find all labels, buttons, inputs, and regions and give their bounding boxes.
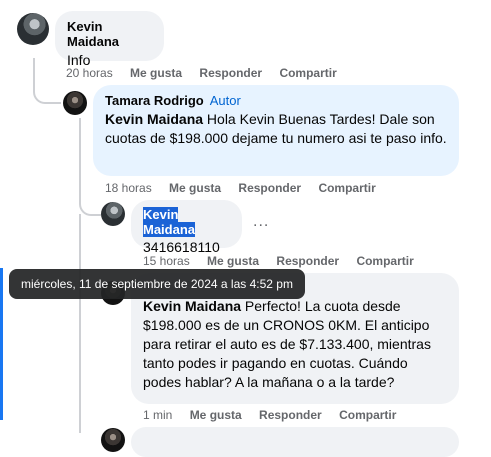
avatar[interactable] [101,428,125,452]
comment-actions: 20 horas Me gusta Responder Compartir [66,66,351,80]
comment-author[interactable]: Tamara Rodrigo [105,93,204,108]
comment-author[interactable]: Kevin Maidana [143,207,196,237]
avatar[interactable] [101,202,125,226]
comment-bubble: Tamara Rodrigo Autor Kevin Maidana Hola K… [93,85,459,176]
timestamp-tooltip: miércoles, 11 de septiembre de 2024 a la… [9,269,305,299]
author-badge: Autor [209,93,241,108]
comment-bubble: Kevin Maidana 3416618110 [131,200,242,255]
comment-actions: 1 min Me gusta Responder Compartir [143,408,410,422]
mention-link[interactable]: Kevin Maidana [105,111,203,127]
share-button[interactable]: Compartir [356,254,413,268]
avatar[interactable] [17,13,49,45]
avatar[interactable] [63,91,87,115]
comment-bubble [131,427,459,457]
share-button[interactable]: Compartir [339,408,396,422]
comment-time[interactable]: 15 horas [143,254,190,268]
reply-button[interactable]: Responder [259,408,322,422]
thread-line [79,214,83,433]
comment-time[interactable]: 20 horas [66,66,113,80]
more-options-icon[interactable]: ... [253,213,269,231]
reply-button[interactable]: Responder [199,66,262,80]
comment-text: Kevin Maidana Perfecto! La cuota desde $… [143,298,431,390]
thread-line [33,58,61,104]
reply-button[interactable]: Responder [238,181,301,195]
share-button[interactable]: Compartir [279,66,336,80]
like-button[interactable]: Me gusta [190,408,242,422]
reply-button[interactable]: Responder [276,254,339,268]
comment-time[interactable]: 1 min [143,408,172,422]
like-button[interactable]: Me gusta [169,181,221,195]
comment-time[interactable]: 18 horas [105,181,152,195]
like-button[interactable]: Me gusta [130,66,182,80]
comment-author[interactable]: Kevin Maidana [67,19,152,49]
focus-indicator [0,268,3,420]
comment-bubble: Kevin Maidana Info [55,11,164,68]
comment-actions: 15 horas Me gusta Responder Compartir [143,254,428,268]
like-button[interactable]: Me gusta [207,254,259,268]
comment-actions: 18 horas Me gusta Responder Compartir [105,181,390,195]
comment-text: Kevin Maidana Hola Kevin Buenas Tardes! … [105,111,447,146]
share-button[interactable]: Compartir [318,181,375,195]
mention-link[interactable]: Kevin Maidana [143,298,241,314]
